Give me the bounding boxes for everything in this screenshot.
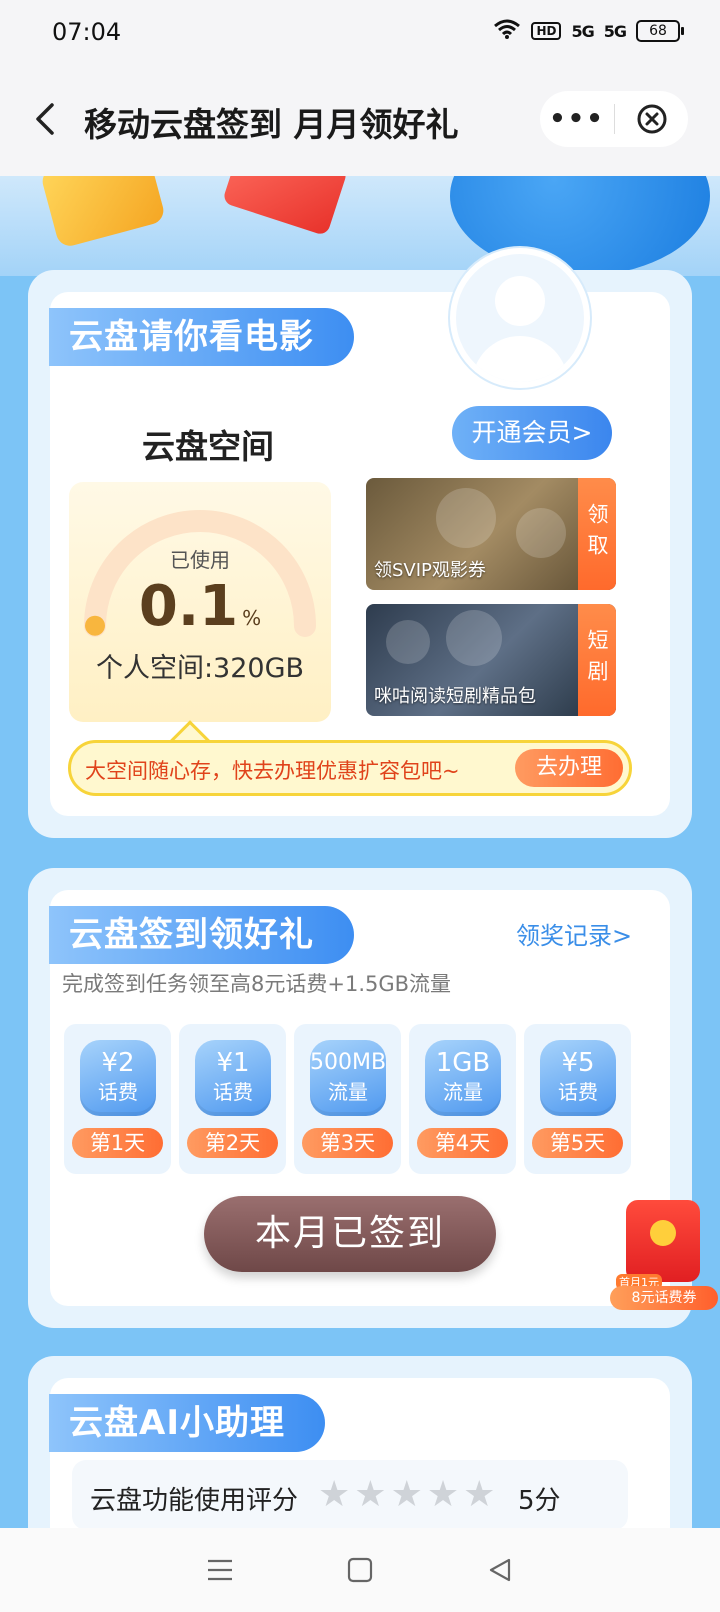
day-label: 第5天 [532, 1128, 623, 1158]
promo-text: 领SVIP观影券 [374, 560, 486, 581]
star-icon[interactable]: ★ [463, 1476, 495, 1514]
reward-amount: ¥5 [561, 1048, 595, 1078]
star-icon[interactable]: ★ [427, 1476, 459, 1514]
close-circle-icon [637, 104, 666, 134]
square-icon [347, 1557, 373, 1583]
signal-icon-2: 5G [603, 21, 627, 41]
tip-text: 大空间随心存，快去办理优惠扩容包吧~ [85, 759, 460, 783]
movie-card-title: 云盘请你看电影 [49, 308, 354, 366]
menu-button[interactable] [190, 1540, 250, 1600]
signin-desc: 完成签到任务领至高8元话费+1.5GB流量 [62, 972, 452, 996]
usage-gauge: 已使用 0.1% 个人空间:320GB [69, 482, 331, 722]
reward-kind: 话费 [213, 1080, 253, 1104]
space-label: 云盘空间 [142, 427, 274, 466]
open-vip-button[interactable]: 开通会员> [452, 406, 612, 460]
reward-kind: 话费 [558, 1080, 598, 1104]
promo-text: 咪咕阅读短剧精品包 [374, 686, 536, 707]
menu-icon [208, 1559, 232, 1581]
reward-amount: ¥2 [101, 1048, 135, 1078]
rating-stars[interactable]: ★ ★ ★ ★ ★ [318, 1476, 495, 1514]
signed-button[interactable]: 本月已签到 [204, 1196, 496, 1272]
reward-kind: 流量 [328, 1080, 368, 1104]
home-button[interactable] [330, 1540, 390, 1600]
hd-badge: HD [531, 22, 562, 40]
reward-coin: ¥5 话费 [540, 1040, 616, 1116]
reward-kind: 话费 [98, 1080, 138, 1104]
day-item[interactable]: ¥5 话费 第5天 [524, 1024, 631, 1174]
rating-label: 云盘功能使用评分 [90, 1486, 299, 1516]
day-item[interactable]: 1GB 流量 第4天 [409, 1024, 516, 1174]
movie-card-inner: 云盘请你看电影 云盘空间 开通会员> 已使用 0.1% 个人空间:320GB 领… [49, 292, 670, 816]
expand-tip: 大空间随心存，快去办理优惠扩容包吧~ 去办理 [68, 740, 632, 796]
promo-svip-ticket[interactable]: 领SVIP观影券 领取 [366, 478, 616, 590]
signal-icon: 5G [571, 21, 594, 41]
reward-coin: 500MB 流量 [310, 1040, 386, 1116]
coupon-label: 8元话费券 [610, 1286, 718, 1310]
avatar-body [472, 336, 568, 382]
chevron-left-icon [36, 103, 54, 135]
banner-red-shape [221, 176, 349, 237]
reward-kind: 流量 [443, 1080, 483, 1104]
promo-figure [516, 508, 566, 558]
page-title: 移动云盘签到 月月领好礼 [84, 105, 459, 144]
reward-coin: 1GB 流量 [425, 1040, 501, 1116]
rating-row: 云盘功能使用评分 ★ ★ ★ ★ ★ 5分 [72, 1460, 628, 1530]
mini-program-capsule: ••• [540, 91, 688, 147]
app-header: 移动云盘签到 月月领好礼 ••• [0, 68, 720, 176]
rating-score: 5分 [518, 1486, 561, 1516]
used-number: 0.1 [138, 574, 239, 639]
avatar[interactable] [450, 248, 590, 388]
day-item[interactable]: ¥2 话费 第1天 [64, 1024, 171, 1174]
promo-tag[interactable]: 领取 [578, 478, 616, 590]
star-icon[interactable]: ★ [354, 1476, 386, 1514]
reward-coin: ¥1 话费 [195, 1040, 271, 1116]
system-nav-bar [0, 1528, 720, 1612]
reward-record-link[interactable]: 领奖记录> [516, 916, 632, 951]
back-button[interactable] [22, 92, 68, 146]
top-banner [0, 176, 720, 276]
reward-amount: 1GB [435, 1048, 491, 1078]
wifi-icon [493, 18, 521, 44]
used-value: 0.1% [69, 574, 331, 639]
avatar-head [495, 276, 545, 326]
day-label: 第2天 [187, 1128, 278, 1158]
reward-coin: ¥2 话费 [80, 1040, 156, 1116]
status-icons: HD 5G 5G 68 [493, 18, 684, 44]
day-label: 第4天 [417, 1128, 508, 1158]
personal-space: 个人空间:320GB [95, 653, 305, 684]
star-icon[interactable]: ★ [391, 1476, 423, 1514]
triangle-back-icon [489, 1558, 511, 1582]
movie-card: 云盘请你看电影 云盘空间 开通会员> 已使用 0.1% 个人空间:320GB 领… [28, 270, 692, 838]
floating-coupon[interactable]: 首月1元 8元话费券 [610, 1200, 718, 1312]
promo-figure [436, 488, 496, 548]
go-handle-button[interactable]: 去办理 [515, 749, 623, 787]
nav-back-button[interactable] [470, 1540, 530, 1600]
banner-yellow-shape [39, 176, 167, 249]
coin-icon [650, 1220, 676, 1246]
used-label: 已使用 [170, 548, 230, 572]
signin-card-inner: 云盘签到领好礼 领奖记录> 完成签到任务领至高8元话费+1.5GB流量 ¥2 话… [49, 890, 670, 1306]
ai-card-title: 云盘AI小助理 [49, 1394, 325, 1452]
used-unit: % [242, 606, 262, 630]
more-button[interactable]: ••• [540, 106, 614, 132]
promo-short-drama[interactable]: 咪咕阅读短剧精品包 短剧 [366, 604, 616, 716]
promo-tag[interactable]: 短剧 [578, 604, 616, 716]
battery-icon: 68 [636, 20, 684, 42]
signin-card-title: 云盘签到领好礼 [49, 906, 354, 964]
star-icon[interactable]: ★ [318, 1476, 350, 1514]
status-time: 07:04 [52, 18, 122, 46]
status-bar: 07:04 HD 5G 5G 68 [0, 0, 720, 68]
promo-figure [446, 610, 502, 666]
reward-amount: 500MB [310, 1050, 387, 1075]
day-label: 第1天 [72, 1128, 163, 1158]
promo-figure [386, 620, 430, 664]
day-label: 第3天 [302, 1128, 393, 1158]
day-item[interactable]: 500MB 流量 第3天 [294, 1024, 401, 1174]
signin-days: ¥2 话费 第1天 ¥1 话费 第2天 500MB 流量 第3天 1GB 流量 … [64, 1024, 640, 1174]
close-button[interactable] [615, 103, 688, 135]
signin-card: 云盘签到领好礼 领奖记录> 完成签到任务领至高8元话费+1.5GB流量 ¥2 话… [28, 868, 692, 1328]
day-item[interactable]: ¥1 话费 第2天 [179, 1024, 286, 1174]
reward-amount: ¥1 [216, 1048, 250, 1078]
